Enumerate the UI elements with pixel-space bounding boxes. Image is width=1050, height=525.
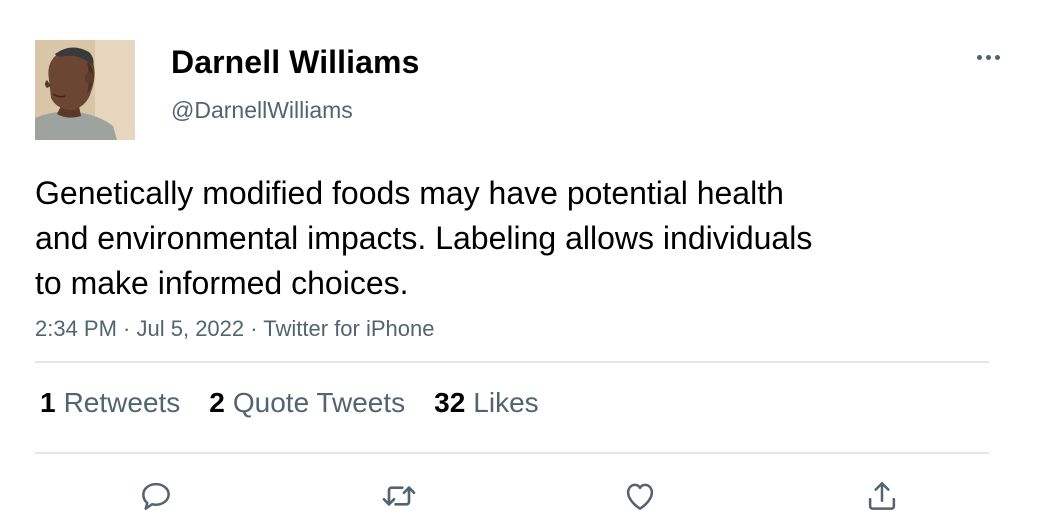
retweet-icon xyxy=(382,486,416,506)
more-horizontal-icon-dot xyxy=(994,54,1000,60)
share-button[interactable] xyxy=(860,474,904,518)
avatar-image xyxy=(35,40,135,140)
likes-stat[interactable]: 32 Likes xyxy=(434,387,539,419)
likes-count: 32 xyxy=(434,387,466,418)
user-handle[interactable]: @DarnellWilliams xyxy=(171,97,353,124)
engagement-stats: 1 Retweets 2 Quote Tweets 32 Likes xyxy=(40,387,539,419)
tweet-time[interactable]: 2:34 PM xyxy=(35,316,117,341)
tweet-text: Genetically modified foods may have pote… xyxy=(35,175,813,301)
quote-tweets-stat[interactable]: 2 Quote Tweets xyxy=(209,387,405,419)
more-horizontal-icon-dot xyxy=(985,54,991,60)
tweet-meta: 2:34 PM · Jul 5, 2022 · Twitter for iPho… xyxy=(35,316,434,342)
more-horizontal-icon xyxy=(976,54,982,60)
tweet-card: Darnell Williams @DarnellWilliams Geneti… xyxy=(0,0,1050,525)
tweet-source[interactable]: Twitter for iPhone xyxy=(263,316,434,341)
retweet-button[interactable] xyxy=(377,474,421,518)
divider xyxy=(35,361,989,363)
like-button[interactable] xyxy=(618,474,662,518)
reply-icon xyxy=(142,482,170,510)
retweets-count: 1 xyxy=(40,387,56,418)
more-options-button[interactable] xyxy=(968,42,1008,72)
quote-tweets-label: Quote Tweets xyxy=(232,387,406,418)
avatar[interactable] xyxy=(35,40,135,140)
reply-button[interactable] xyxy=(134,474,178,518)
meta-separator: · xyxy=(116,316,137,341)
retweets-stat[interactable]: 1 Retweets xyxy=(40,387,180,419)
quote-tweets-count: 2 xyxy=(209,387,225,418)
likes-label: Likes xyxy=(473,387,539,418)
divider xyxy=(35,452,989,454)
tweet-date[interactable]: Jul 5, 2022 xyxy=(137,316,245,341)
share-icon xyxy=(868,482,896,510)
meta-separator: · xyxy=(244,316,264,341)
retweets-label: Retweets xyxy=(63,387,181,418)
display-name[interactable]: Darnell Williams xyxy=(171,44,420,81)
heart-icon xyxy=(626,483,654,510)
